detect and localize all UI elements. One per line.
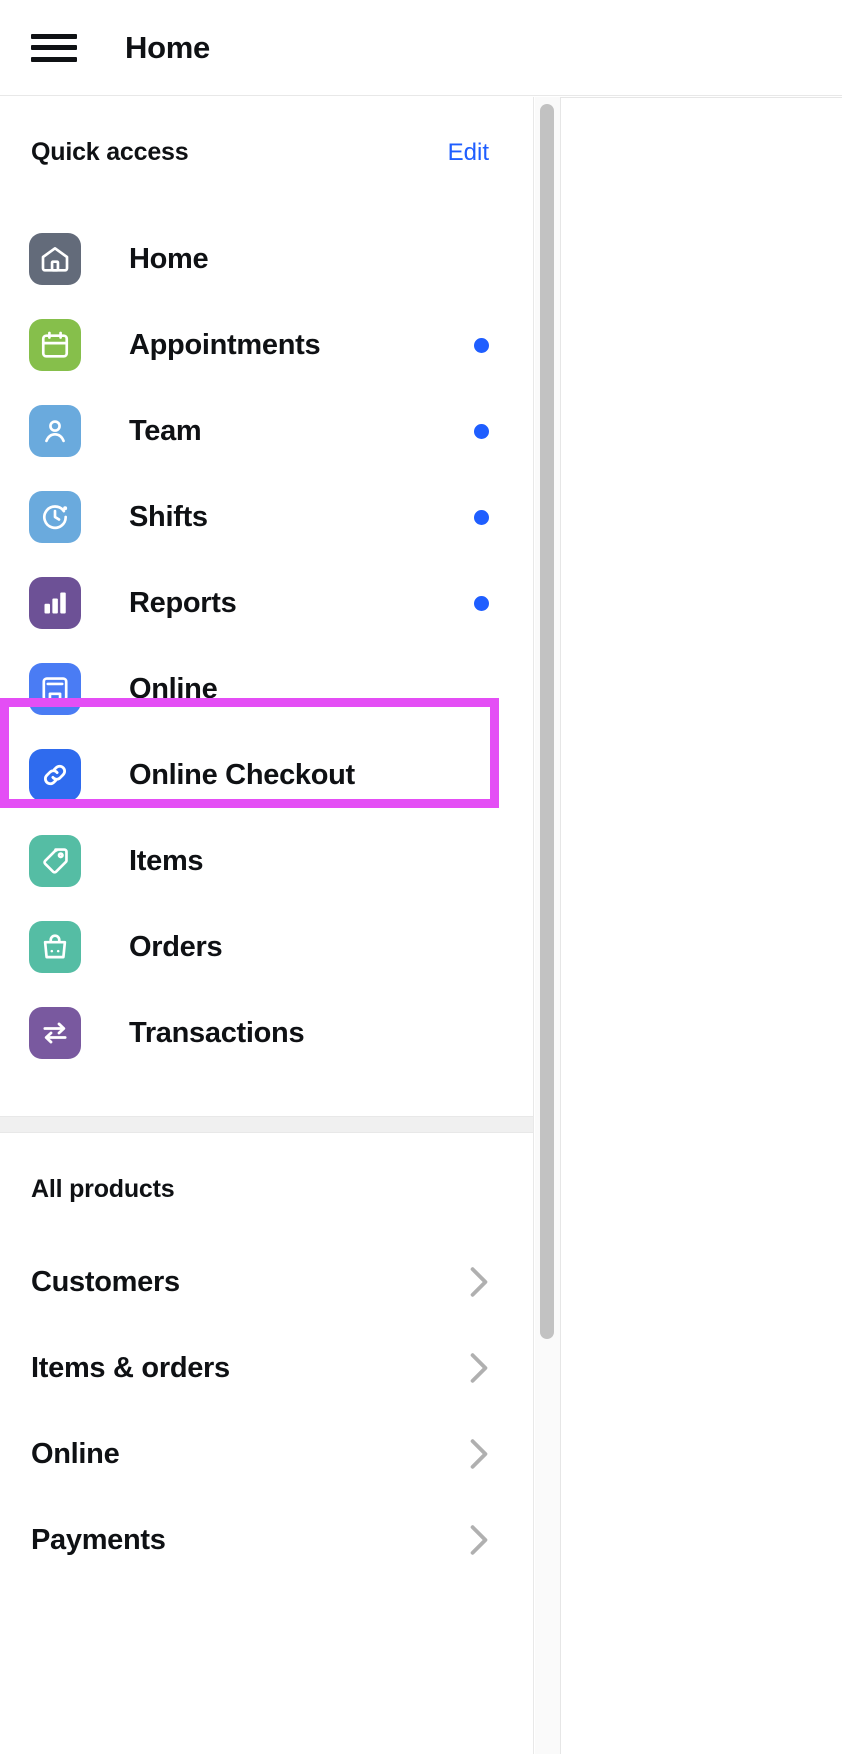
product-item-label: Online xyxy=(31,1437,120,1470)
link-icon xyxy=(29,749,81,801)
page-title: Home xyxy=(125,29,210,65)
notification-dot xyxy=(474,423,489,439)
quick-access-list: Home Appointments Team Shifts Reports On… xyxy=(0,216,533,1076)
panel-scrollbar-track[interactable] xyxy=(535,97,560,1754)
chevron-right-icon xyxy=(470,1353,488,1383)
storefront-icon xyxy=(29,663,81,715)
product-item-online[interactable]: Online xyxy=(0,1411,533,1497)
quick-item-home[interactable]: Home xyxy=(0,216,533,302)
notification-dot xyxy=(474,595,489,611)
quick-item-appointments[interactable]: Appointments xyxy=(0,302,533,388)
chevron-right-icon xyxy=(470,1439,488,1469)
product-item-label: Customers xyxy=(31,1265,180,1298)
notification-dot xyxy=(474,509,489,525)
bar-chart-icon xyxy=(29,577,81,629)
notification-dot xyxy=(474,337,489,353)
top-bar: Home xyxy=(0,0,842,96)
product-item-items-and-orders[interactable]: Items & orders xyxy=(0,1325,533,1411)
quick-item-label: Items xyxy=(129,844,204,877)
all-products-list: Customers Items & orders Online Payments xyxy=(0,1239,533,1583)
quick-item-label: Team xyxy=(129,414,202,447)
product-item-customers[interactable]: Customers xyxy=(0,1239,533,1325)
quick-item-online-checkout[interactable]: Online Checkout xyxy=(0,732,533,818)
quick-item-label: Orders xyxy=(129,930,223,963)
navigation-panel: Quick access Edit Home Appointments Team… xyxy=(0,97,534,1754)
quick-item-label: Online Checkout xyxy=(129,758,355,791)
quick-item-label: Reports xyxy=(129,586,237,619)
content-top-border xyxy=(561,97,842,98)
clock-icon xyxy=(29,491,81,543)
edit-quick-access-button[interactable]: Edit xyxy=(448,139,489,167)
chevron-right-icon xyxy=(470,1267,488,1297)
panel-scrollbar-thumb[interactable] xyxy=(540,104,554,1339)
quick-item-label: Home xyxy=(129,242,209,275)
main-content-area xyxy=(560,97,842,1754)
home-icon xyxy=(29,233,81,285)
hamburger-menu-icon[interactable] xyxy=(31,30,77,66)
transfer-arrows-icon xyxy=(29,1007,81,1059)
quick-item-label: Shifts xyxy=(129,500,208,533)
quick-item-reports[interactable]: Reports xyxy=(0,560,533,646)
product-item-label: Payments xyxy=(31,1523,166,1556)
hamburger-line xyxy=(31,33,77,39)
all-products-title: All products xyxy=(31,1175,175,1203)
quick-access-title: Quick access xyxy=(31,138,189,166)
all-products-header: All products xyxy=(0,1175,533,1239)
quick-item-label: Appointments xyxy=(129,328,321,361)
section-divider xyxy=(0,1116,533,1133)
chevron-right-icon xyxy=(470,1525,488,1555)
shopping-bag-icon xyxy=(29,921,81,973)
calendar-icon xyxy=(29,319,81,371)
quick-item-items[interactable]: Items xyxy=(0,818,533,904)
quick-item-label: Transactions xyxy=(129,1016,305,1049)
quick-item-online[interactable]: Online xyxy=(0,646,533,732)
quick-item-team[interactable]: Team xyxy=(0,388,533,474)
person-icon xyxy=(29,405,81,457)
quick-item-label: Online xyxy=(129,672,218,705)
quick-item-orders[interactable]: Orders xyxy=(0,904,533,990)
hamburger-line xyxy=(31,56,77,62)
quick-item-shifts[interactable]: Shifts xyxy=(0,474,533,560)
hamburger-line xyxy=(31,45,77,50)
product-item-label: Items & orders xyxy=(31,1351,230,1384)
quick-access-header: Quick access Edit xyxy=(0,138,533,202)
app-root: Home Quick access Edit Home Appointments… xyxy=(0,0,842,1754)
price-tag-icon xyxy=(29,835,81,887)
product-item-payments[interactable]: Payments xyxy=(0,1497,533,1583)
quick-item-transactions[interactable]: Transactions xyxy=(0,990,533,1076)
